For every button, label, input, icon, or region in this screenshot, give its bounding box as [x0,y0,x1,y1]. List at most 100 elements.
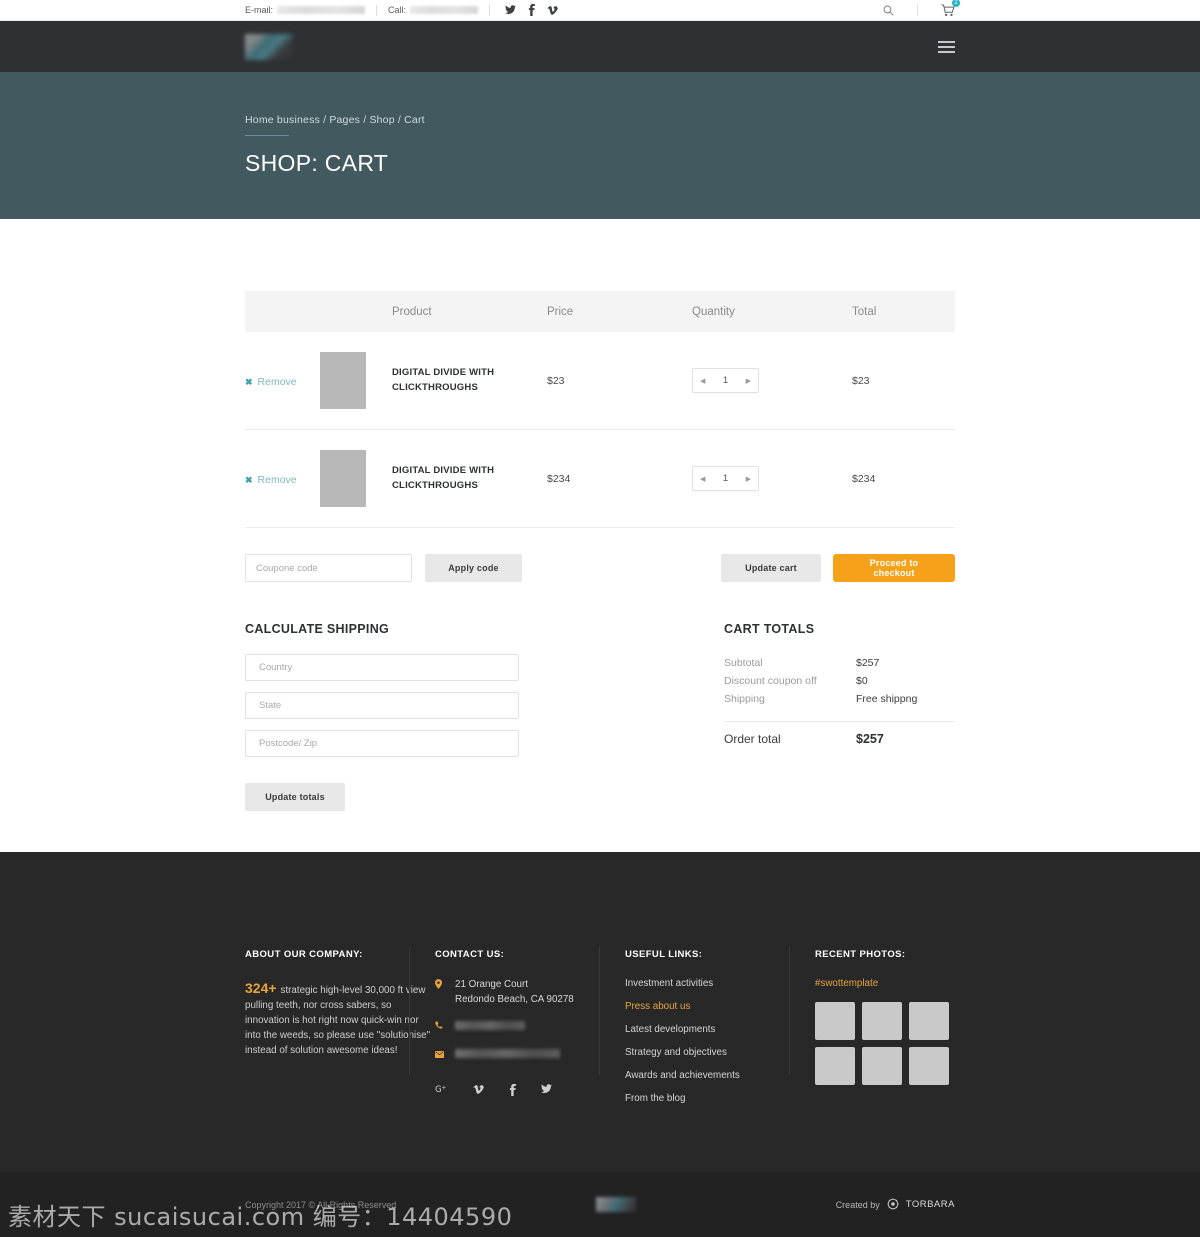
product-total: $234 [852,472,876,485]
state-input[interactable] [245,692,519,719]
cart-actions-row: Apply code Update cart Proceed to checko… [245,528,955,582]
remove-cell: ✖ Remove [245,372,320,390]
page-title: SHOP: CART [245,150,389,176]
remove-item-button[interactable]: ✖ Remove [245,376,297,388]
calculate-shipping-panel: CALCULATE SHIPPING Update totals [245,622,722,811]
address-line-1: 21 Orange Court [455,979,528,990]
torbara-brand-label: TORBARA [905,1199,955,1210]
vimeo-icon[interactable] [473,1084,484,1099]
recent-photo-thumb[interactable] [909,1002,949,1040]
footer-divider-1 [409,947,410,1075]
quantity-stepper[interactable]: ◀ 1 ▶ [692,466,759,491]
location-pin-icon [435,978,445,1007]
email-label: E-mail: [245,5,274,15]
footer-photos-title: RECENT PHOTOS: [815,949,906,960]
cart-main: Product Price Quantity Total ✖ Remove DI… [0,219,1200,811]
footer-phone [435,1020,625,1035]
footer-about-title: ABOUT OUR COMPANY: [245,949,363,960]
facebook-icon[interactable] [509,1084,516,1099]
th-total: Total [852,305,877,318]
totals-row-shipping: Shipping Free shippng [724,690,955,708]
product-thumbnail-cell [320,352,392,409]
breadcrumb[interactable]: Home business / Pages / Shop / Cart [245,114,955,126]
footer-contact-column: CONTACT US: 21 Orange Court Redondo Beac… [409,947,625,1116]
twitter-icon[interactable] [505,5,517,15]
footer-phone-redacted [455,1021,525,1031]
footer-link-latest-developments[interactable]: Latest developments [625,1024,815,1035]
footer-link-strategy-and-objectives[interactable]: Strategy and objectives [625,1047,815,1058]
quantity-value: 1 [722,473,729,484]
footer-link-investment-activities[interactable]: Investment activities [625,978,815,989]
coupon-code-input[interactable] [245,554,412,582]
postcode-input[interactable] [245,730,519,757]
top-utility-bar: E-mail: Call: 2 [0,0,1200,21]
product-name[interactable]: DIGITAL DIVIDE WITH CLICKTHROUGHS [392,464,547,493]
cart-lower-section: CALCULATE SHIPPING Update totals CART TO… [245,582,955,811]
remove-cell: ✖ Remove [245,470,320,488]
remove-item-button[interactable]: ✖ Remove [245,474,297,486]
footer-links-title: USEFUL LINKS: [625,949,703,960]
th-quantity: Quantity [692,305,735,318]
footer-link-from-the-blog[interactable]: From the blog [625,1093,815,1104]
order-total-value: $257 [856,732,884,746]
recent-photo-thumb[interactable] [815,1047,855,1085]
copyright-bar: Copyright 2017 © All Rights Reserved Cre… [0,1172,1200,1237]
site-logo[interactable] [245,33,293,60]
recent-photo-thumb[interactable] [815,1002,855,1040]
created-by-label: Created by [835,1199,880,1210]
stepper-decrement-icon[interactable]: ◀ [700,377,705,385]
search-icon[interactable] [883,5,894,16]
recent-photo-thumb[interactable] [862,1047,902,1085]
product-price: $234 [547,472,571,485]
footer-link-awards-and-achievements[interactable]: Awards and achievements [625,1070,815,1081]
twitter-icon[interactable] [541,1084,552,1099]
totals-row-subtotal: Subtotal $257 [724,654,955,672]
footer-social-links: G + [435,1084,625,1099]
cart-table-header: Product Price Quantity Total [245,291,955,332]
product-image[interactable] [320,450,366,507]
remove-label: Remove [257,474,297,486]
table-row: ✖ Remove DIGITAL DIVIDE WITH CLICKTHROUG… [245,332,955,430]
product-name[interactable]: DIGITAL DIVIDE WITH CLICKTHROUGHS [392,366,547,395]
cart-icon[interactable]: 2 [941,0,960,17]
quantity-cell: ◀ 1 ▶ [692,466,852,491]
product-total: $23 [852,374,870,387]
update-cart-button[interactable]: Update cart [721,554,821,582]
totals-divider [724,721,955,722]
vimeo-icon[interactable] [547,5,559,15]
mail-icon [435,1048,445,1063]
footer-photos-tag[interactable]: #swottemplate [815,978,955,989]
update-totals-button[interactable]: Update totals [245,783,345,811]
recent-photo-thumb[interactable] [909,1047,949,1085]
product-price: $23 [547,374,565,387]
product-image[interactable] [320,352,366,409]
topbar-divider-1 [376,4,378,16]
cart-totals-title: CART TOTALS [724,622,815,636]
footer-link-press-about-us[interactable]: Press about us [625,1001,815,1012]
google-plus-icon[interactable]: G + [435,1084,448,1099]
country-input[interactable] [245,654,519,681]
quantity-value: 1 [722,375,729,386]
footer-email-redacted [455,1048,560,1058]
apply-code-button[interactable]: Apply code [425,554,522,582]
hamburger-menu-icon[interactable] [938,40,955,53]
stepper-increment-icon[interactable]: ▶ [746,475,751,483]
th-product: Product [392,305,432,318]
quantity-stepper[interactable]: ◀ 1 ▶ [692,368,759,393]
footer-logo[interactable] [595,1197,636,1212]
phone-value-redacted [410,6,479,14]
breadcrumb-rule [245,135,289,136]
stepper-increment-icon[interactable]: ▶ [746,377,751,385]
footer-address-text: 21 Orange Court Redondo Beach, CA 90278 [455,978,574,1007]
facebook-icon[interactable] [528,4,535,16]
stepper-decrement-icon[interactable]: ◀ [700,475,705,483]
topbar-divider-2 [489,4,491,16]
footer-divider-2 [599,947,600,1075]
site-header [0,21,1200,72]
order-total-label: Order total [724,732,781,746]
footer-about-number: 324+ [245,980,277,996]
recent-photo-thumb[interactable] [862,1002,902,1040]
proceed-to-checkout-button[interactable]: Proceed to checkout [833,554,955,582]
footer-about-text: 324+ strategic high-level 30,000 ft view … [245,978,435,1059]
footer-contact-title: CONTACT US: [435,949,505,960]
